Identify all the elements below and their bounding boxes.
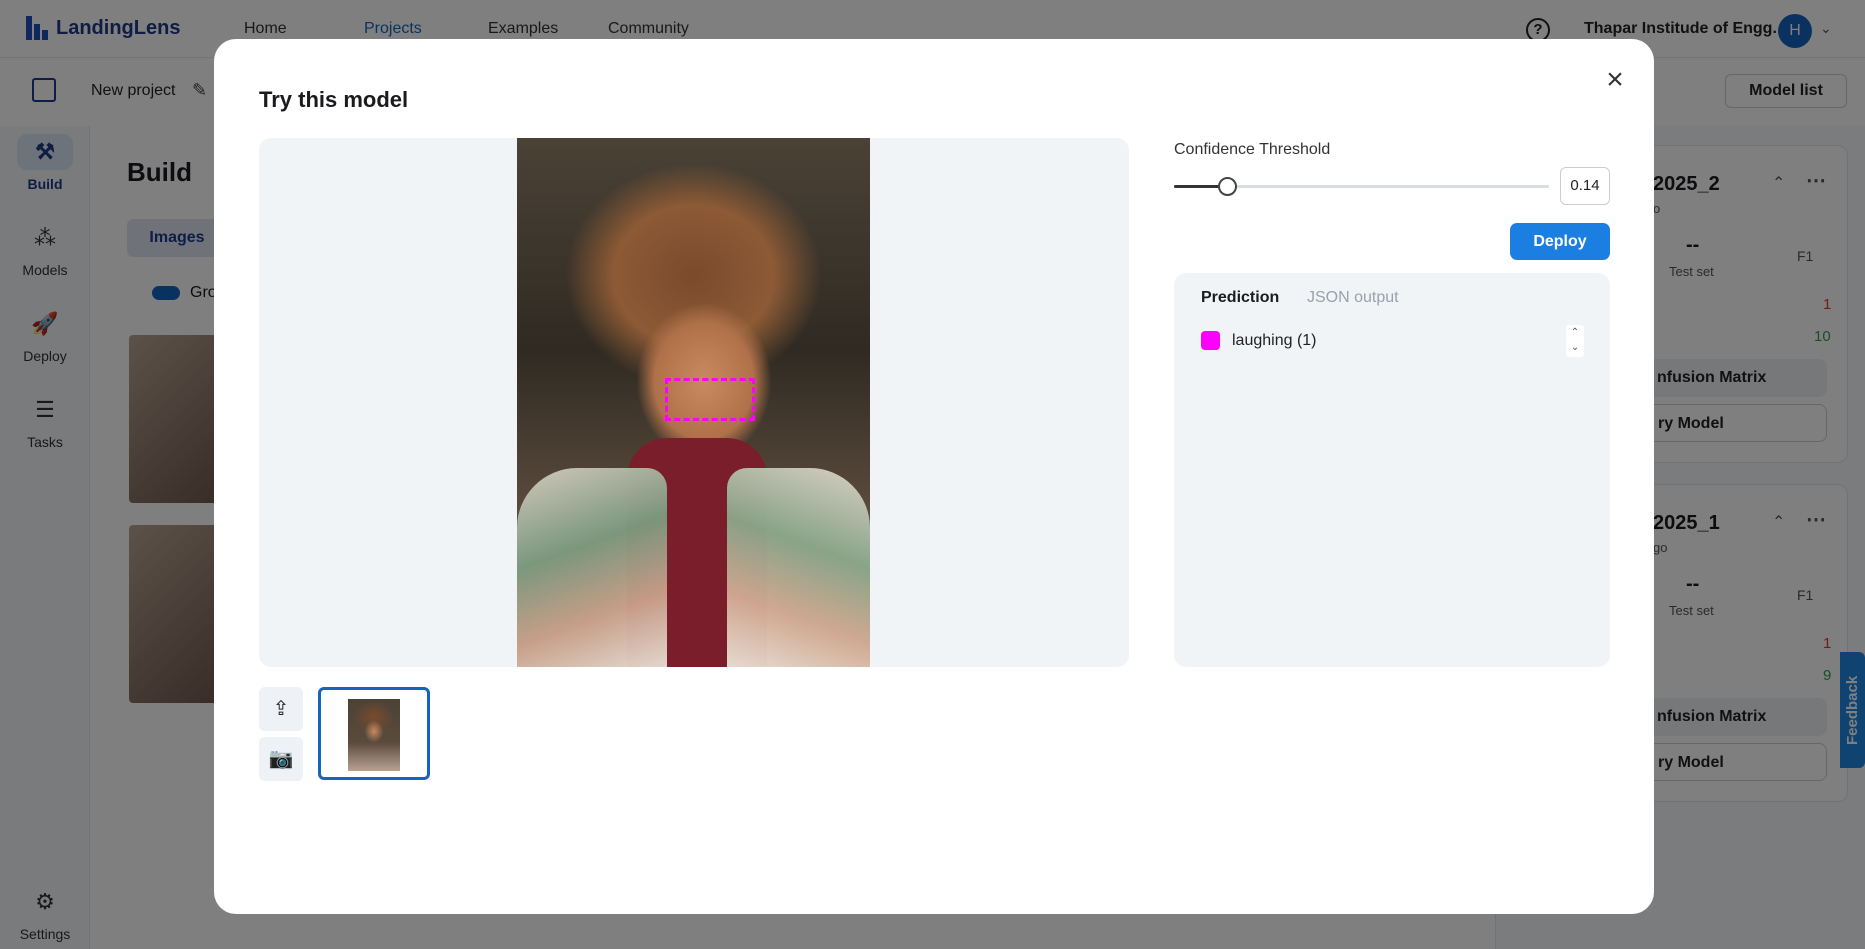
confidence-threshold-label: Confidence Threshold (1174, 141, 1331, 158)
tab-prediction[interactable]: Prediction (1201, 289, 1279, 307)
selected-image-thumbnail[interactable] (318, 687, 430, 780)
try-model-dialog: Try this model × ⇪ 📷 Confidence Threshol… (214, 39, 1654, 914)
thumbnail-image (348, 699, 400, 771)
confidence-slider[interactable] (1174, 177, 1549, 196)
confidence-value-input[interactable]: 0.14 (1560, 167, 1610, 205)
prediction-bounding-box (665, 378, 755, 421)
close-icon[interactable]: × (1600, 65, 1630, 95)
dialog-title: Try this model (259, 87, 409, 112)
prediction-panel: Prediction JSON output laughing (1) ⌃ ⌄ (1174, 273, 1610, 667)
slider-handle[interactable] (1217, 177, 1237, 196)
image-preview-area (259, 138, 1129, 667)
prediction-item[interactable]: laughing (1) (1201, 331, 1317, 350)
upload-image-button[interactable]: ⇪ (259, 687, 303, 731)
camera-capture-button[interactable]: 📷 (259, 737, 303, 781)
deploy-button[interactable]: Deploy (1510, 223, 1610, 260)
scroll-arrows-icon[interactable]: ⌃ ⌄ (1566, 325, 1584, 357)
class-color-swatch (1201, 331, 1220, 350)
prediction-label: laughing (1) (1232, 331, 1317, 349)
preview-image (517, 138, 870, 667)
tab-json-output[interactable]: JSON output (1307, 289, 1399, 307)
